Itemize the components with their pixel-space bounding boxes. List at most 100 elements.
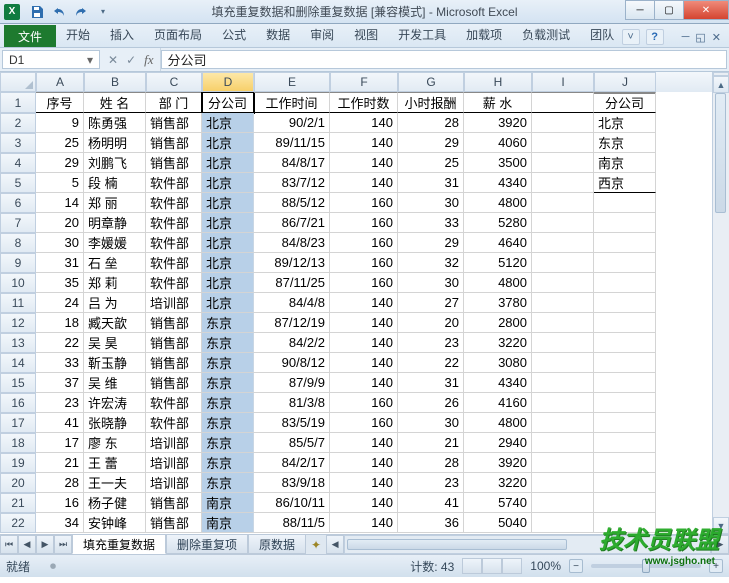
- cell[interactable]: 23: [398, 473, 464, 493]
- cell[interactable]: 140: [330, 333, 398, 353]
- sheet-nav-first[interactable]: ⏮: [0, 535, 18, 554]
- cell[interactable]: 靳玉静: [84, 353, 146, 373]
- cell[interactable]: 84/2/17: [254, 453, 330, 473]
- close-button[interactable]: ✕: [683, 0, 729, 20]
- cell[interactable]: 杨明明: [84, 133, 146, 153]
- tab-loadtest[interactable]: 负载测试: [512, 23, 580, 47]
- cell[interactable]: [532, 433, 594, 453]
- cell[interactable]: 王一夫: [84, 473, 146, 493]
- column-header[interactable]: B: [84, 72, 146, 92]
- cell[interactable]: 东京: [202, 313, 254, 333]
- cell[interactable]: 36: [398, 513, 464, 533]
- sheet-nav-last[interactable]: ⏭: [54, 535, 72, 554]
- cell[interactable]: 89/12/13: [254, 253, 330, 273]
- cell[interactable]: 南京: [202, 493, 254, 513]
- cell[interactable]: 软件部: [146, 213, 202, 233]
- cell[interactable]: 2940: [464, 433, 532, 453]
- cell[interactable]: 5120: [464, 253, 532, 273]
- cell[interactable]: 张晓静: [84, 413, 146, 433]
- redo-button[interactable]: [72, 3, 90, 21]
- cell[interactable]: [594, 193, 656, 213]
- cell[interactable]: 23: [398, 333, 464, 353]
- cell[interactable]: 41: [398, 493, 464, 513]
- cell[interactable]: [532, 453, 594, 473]
- cell[interactable]: [532, 273, 594, 293]
- cell[interactable]: 销售部: [146, 133, 202, 153]
- cell[interactable]: 销售部: [146, 153, 202, 173]
- cell[interactable]: 吴 维: [84, 373, 146, 393]
- row-header[interactable]: 20: [0, 473, 36, 493]
- cell[interactable]: 3780: [464, 293, 532, 313]
- row-header[interactable]: 4: [0, 153, 36, 173]
- cell[interactable]: 140: [330, 373, 398, 393]
- cell[interactable]: [594, 433, 656, 453]
- cell[interactable]: 序号: [36, 92, 84, 113]
- cell[interactable]: 140: [330, 513, 398, 533]
- cell[interactable]: [532, 193, 594, 213]
- cell[interactable]: 陈勇强: [84, 113, 146, 133]
- cell[interactable]: [532, 113, 594, 133]
- cell[interactable]: 140: [330, 153, 398, 173]
- cell[interactable]: 24: [36, 293, 84, 313]
- tab-addins[interactable]: 加载项: [456, 23, 512, 47]
- cell[interactable]: 160: [330, 213, 398, 233]
- cell[interactable]: [532, 213, 594, 233]
- cell[interactable]: 安钟峰: [84, 513, 146, 533]
- row-header[interactable]: 13: [0, 333, 36, 353]
- cell[interactable]: 160: [330, 253, 398, 273]
- cell[interactable]: 140: [330, 133, 398, 153]
- cell[interactable]: 软件部: [146, 253, 202, 273]
- name-box[interactable]: D1▾: [2, 50, 100, 69]
- cell[interactable]: 140: [330, 493, 398, 513]
- cell[interactable]: 北京: [202, 113, 254, 133]
- cell[interactable]: 160: [330, 413, 398, 433]
- grid-body[interactable]: 1序号姓 名部 门分公司工作时间工作时数小时报酬薪 水分公司29陈勇强销售部北京…: [0, 92, 712, 534]
- row-header[interactable]: 11: [0, 293, 36, 313]
- cell[interactable]: 工作时数: [330, 92, 398, 113]
- row-header[interactable]: 6: [0, 193, 36, 213]
- vertical-scrollbar[interactable]: ▲ ▼: [712, 72, 729, 534]
- maximize-button[interactable]: ▢: [654, 0, 684, 20]
- cell[interactable]: 29: [398, 133, 464, 153]
- tab-data[interactable]: 数据: [256, 23, 300, 47]
- cell[interactable]: [594, 453, 656, 473]
- cell[interactable]: 25: [398, 153, 464, 173]
- cell[interactable]: 140: [330, 293, 398, 313]
- tab-team[interactable]: 团队: [580, 23, 624, 47]
- cell[interactable]: 87/12/19: [254, 313, 330, 333]
- cell[interactable]: 30: [398, 273, 464, 293]
- cell[interactable]: 2800: [464, 313, 532, 333]
- cell[interactable]: 软件部: [146, 233, 202, 253]
- cell[interactable]: 培训部: [146, 293, 202, 313]
- cell[interactable]: 石 垒: [84, 253, 146, 273]
- cell[interactable]: [532, 313, 594, 333]
- cell[interactable]: 姓 名: [84, 92, 146, 113]
- cell[interactable]: [532, 133, 594, 153]
- row-header[interactable]: 18: [0, 433, 36, 453]
- cell[interactable]: [532, 293, 594, 313]
- cell[interactable]: 段 楠: [84, 173, 146, 193]
- cell[interactable]: 87/11/25: [254, 273, 330, 293]
- sheet-nav-prev[interactable]: ◀: [18, 535, 36, 554]
- cell[interactable]: 21: [398, 433, 464, 453]
- cell[interactable]: [594, 233, 656, 253]
- name-box-dropdown-icon[interactable]: ▾: [87, 53, 93, 67]
- cell[interactable]: [594, 373, 656, 393]
- cell[interactable]: 23: [36, 393, 84, 413]
- cell[interactable]: 郑 莉: [84, 273, 146, 293]
- cell[interactable]: 90/2/1: [254, 113, 330, 133]
- cell[interactable]: 4160: [464, 393, 532, 413]
- row-header[interactable]: 17: [0, 413, 36, 433]
- cell[interactable]: 83/7/12: [254, 173, 330, 193]
- active-cell[interactable]: 分公司: [202, 92, 254, 113]
- cell[interactable]: 北京: [202, 253, 254, 273]
- cell[interactable]: 培训部: [146, 453, 202, 473]
- cell[interactable]: 软件部: [146, 393, 202, 413]
- vscroll-thumb[interactable]: [715, 93, 726, 213]
- minimize-button[interactable]: ─: [625, 0, 655, 20]
- insert-function-button[interactable]: fx: [144, 52, 153, 68]
- new-sheet-button[interactable]: ✦: [306, 535, 326, 554]
- cell[interactable]: 88/5/12: [254, 193, 330, 213]
- row-header[interactable]: 8: [0, 233, 36, 253]
- cell[interactable]: 北京: [202, 293, 254, 313]
